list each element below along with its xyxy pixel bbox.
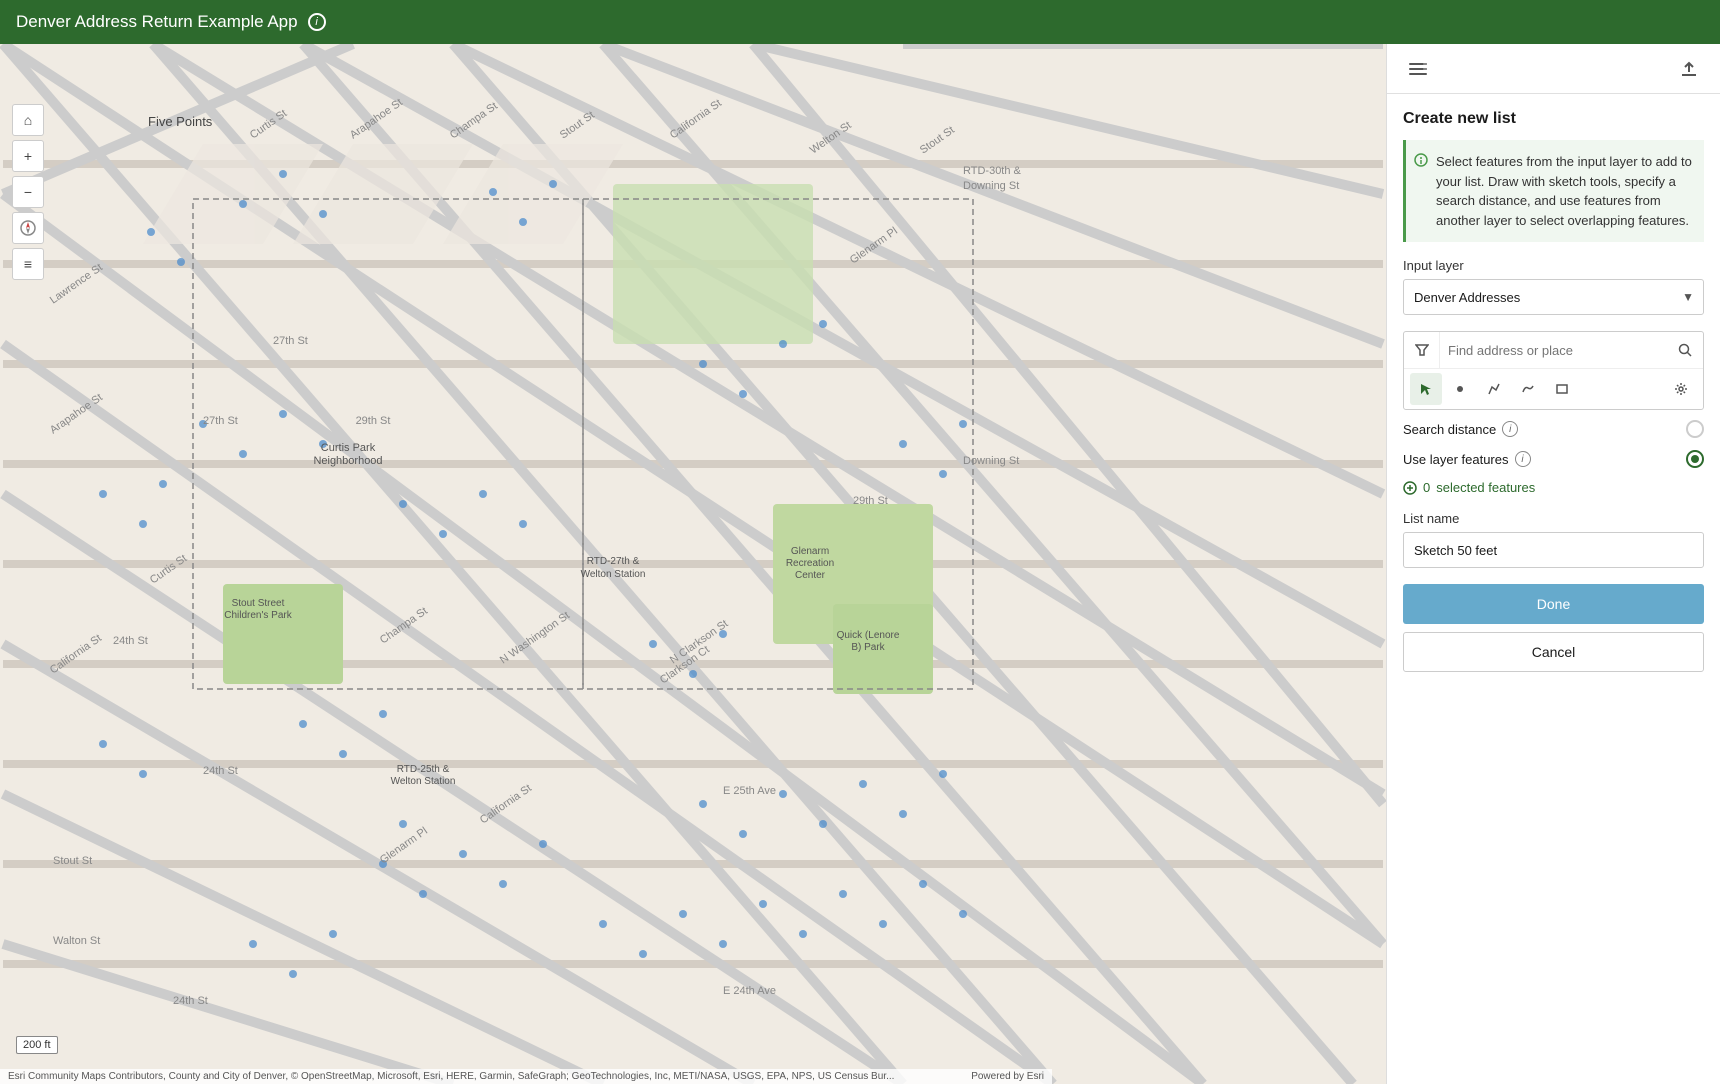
svg-text:Neighborhood: Neighborhood xyxy=(313,455,382,467)
info-icon[interactable]: i xyxy=(308,13,326,31)
svg-text:Children's Park: Children's Park xyxy=(224,610,292,621)
info-box: Select features from the input layer to … xyxy=(1403,140,1704,242)
right-panel: Create new list Select features from the… xyxy=(1386,44,1720,1084)
search-button[interactable] xyxy=(1667,332,1703,368)
attribution: Esri Community Maps Contributors, County… xyxy=(0,1069,1052,1084)
svg-text:29th St: 29th St xyxy=(356,415,391,427)
search-distance-row: Search distance i xyxy=(1403,420,1704,438)
sketch-settings-tool[interactable] xyxy=(1665,373,1697,405)
map-area[interactable]: Arapahoe St Curtis St Champa St Stout St… xyxy=(0,44,1386,1084)
done-button[interactable]: Done xyxy=(1403,584,1704,624)
list-name-label: List name xyxy=(1403,511,1704,526)
selected-features-label: selected features xyxy=(1436,480,1535,495)
search-row xyxy=(1404,332,1703,369)
svg-text:Welton Station: Welton Station xyxy=(391,776,456,787)
cancel-button[interactable]: Cancel xyxy=(1403,632,1704,672)
svg-text:24th St: 24th St xyxy=(203,765,238,777)
attribution-right: Powered by Esri xyxy=(971,1071,1044,1082)
svg-text:Welton Station: Welton Station xyxy=(581,569,646,580)
sketch-pointer-tool[interactable] xyxy=(1410,373,1442,405)
svg-text:Walton St: Walton St xyxy=(53,935,100,947)
svg-text:Stout St: Stout St xyxy=(53,855,92,867)
svg-text:24th St: 24th St xyxy=(113,635,148,647)
panel-menu-icon[interactable] xyxy=(1403,54,1433,84)
svg-text:Downing St: Downing St xyxy=(963,180,1019,192)
svg-text:E 25th Ave: E 25th Ave xyxy=(723,785,776,797)
input-layer-select-wrapper: Denver Addresses ▼ xyxy=(1403,279,1704,315)
svg-text:27th St: 27th St xyxy=(273,335,308,347)
info-box-icon xyxy=(1414,152,1428,173)
use-layer-features-label: Use layer features xyxy=(1403,452,1509,467)
search-input[interactable] xyxy=(1440,332,1667,368)
map-svg: Arapahoe St Curtis St Champa St Stout St… xyxy=(0,44,1386,1084)
svg-text:Downing St: Downing St xyxy=(963,455,1019,467)
home-button[interactable]: ⌂ xyxy=(12,104,44,136)
scale-bar: 200 ft xyxy=(16,1036,58,1054)
sketch-freehand-tool[interactable] xyxy=(1512,373,1544,405)
input-layer-select[interactable]: Denver Addresses xyxy=(1403,279,1704,315)
search-distance-label-group: Search distance i xyxy=(1403,421,1686,437)
search-filter-button[interactable] xyxy=(1404,332,1440,368)
use-layer-features-row: Use layer features i xyxy=(1403,450,1704,468)
svg-text:Stout Street: Stout Street xyxy=(232,598,285,609)
svg-text:27th St: 27th St xyxy=(203,415,238,427)
svg-text:Five Points: Five Points xyxy=(148,114,213,129)
search-area xyxy=(1403,331,1704,410)
svg-text:RTD-27th &: RTD-27th & xyxy=(587,556,640,567)
input-layer-label: Input layer xyxy=(1403,258,1704,273)
svg-text:Glenarm: Glenarm xyxy=(791,546,829,557)
selected-features-row: 0 selected features xyxy=(1403,480,1704,495)
app-title: Denver Address Return Example App xyxy=(16,12,298,32)
svg-text:E 24th Ave: E 24th Ave xyxy=(723,985,776,997)
zoom-out-button[interactable]: − xyxy=(12,176,44,208)
svg-text:B) Park: B) Park xyxy=(851,642,885,653)
svg-text:RTD-30th &: RTD-30th & xyxy=(963,165,1022,177)
sketch-point-tool[interactable] xyxy=(1444,373,1476,405)
svg-text:Curtis Park: Curtis Park xyxy=(321,442,376,454)
panel-top-bar xyxy=(1387,44,1720,94)
sketch-toolbar xyxy=(1404,369,1703,409)
svg-text:Center: Center xyxy=(795,570,826,581)
radio-inner xyxy=(1691,455,1699,463)
use-layer-features-label-group: Use layer features i xyxy=(1403,451,1686,467)
sketch-rectangle-tool[interactable] xyxy=(1546,373,1578,405)
svg-text:Quick (Lenore: Quick (Lenore xyxy=(837,630,900,641)
attribution-left: Esri Community Maps Contributors, County… xyxy=(8,1071,894,1082)
sketch-polyline-tool[interactable] xyxy=(1478,373,1510,405)
layers-button[interactable]: ≡ xyxy=(12,248,44,280)
use-layer-features-toggle[interactable] xyxy=(1686,450,1704,468)
compass-button[interactable] xyxy=(12,212,44,244)
panel-content: Create new list Select features from the… xyxy=(1387,94,1720,1084)
search-distance-help-icon[interactable]: i xyxy=(1502,421,1518,437)
selected-features-link[interactable]: 0 selected features xyxy=(1403,480,1704,495)
map-controls-left: ⌂ + − ≡ xyxy=(12,104,44,280)
list-name-input[interactable] xyxy=(1403,532,1704,568)
zoom-in-button[interactable]: + xyxy=(12,140,44,172)
selected-features-count: 0 xyxy=(1423,480,1430,495)
search-distance-label: Search distance xyxy=(1403,422,1496,437)
panel-title: Create new list xyxy=(1403,110,1704,128)
use-layer-features-help-icon[interactable]: i xyxy=(1515,451,1531,467)
svg-text:29th St: 29th St xyxy=(853,495,888,507)
panel-export-icon[interactable] xyxy=(1674,54,1704,84)
search-distance-toggle[interactable] xyxy=(1686,420,1704,438)
svg-text:Recreation: Recreation xyxy=(786,558,834,569)
app-header: Denver Address Return Example App i xyxy=(0,0,1720,44)
svg-text:RTD-25th &: RTD-25th & xyxy=(397,764,450,775)
scale-label: 200 ft xyxy=(23,1039,51,1051)
features-link-icon xyxy=(1403,481,1417,495)
svg-text:24th St: 24th St xyxy=(173,995,208,1007)
info-text: Select features from the input layer to … xyxy=(1436,154,1692,228)
